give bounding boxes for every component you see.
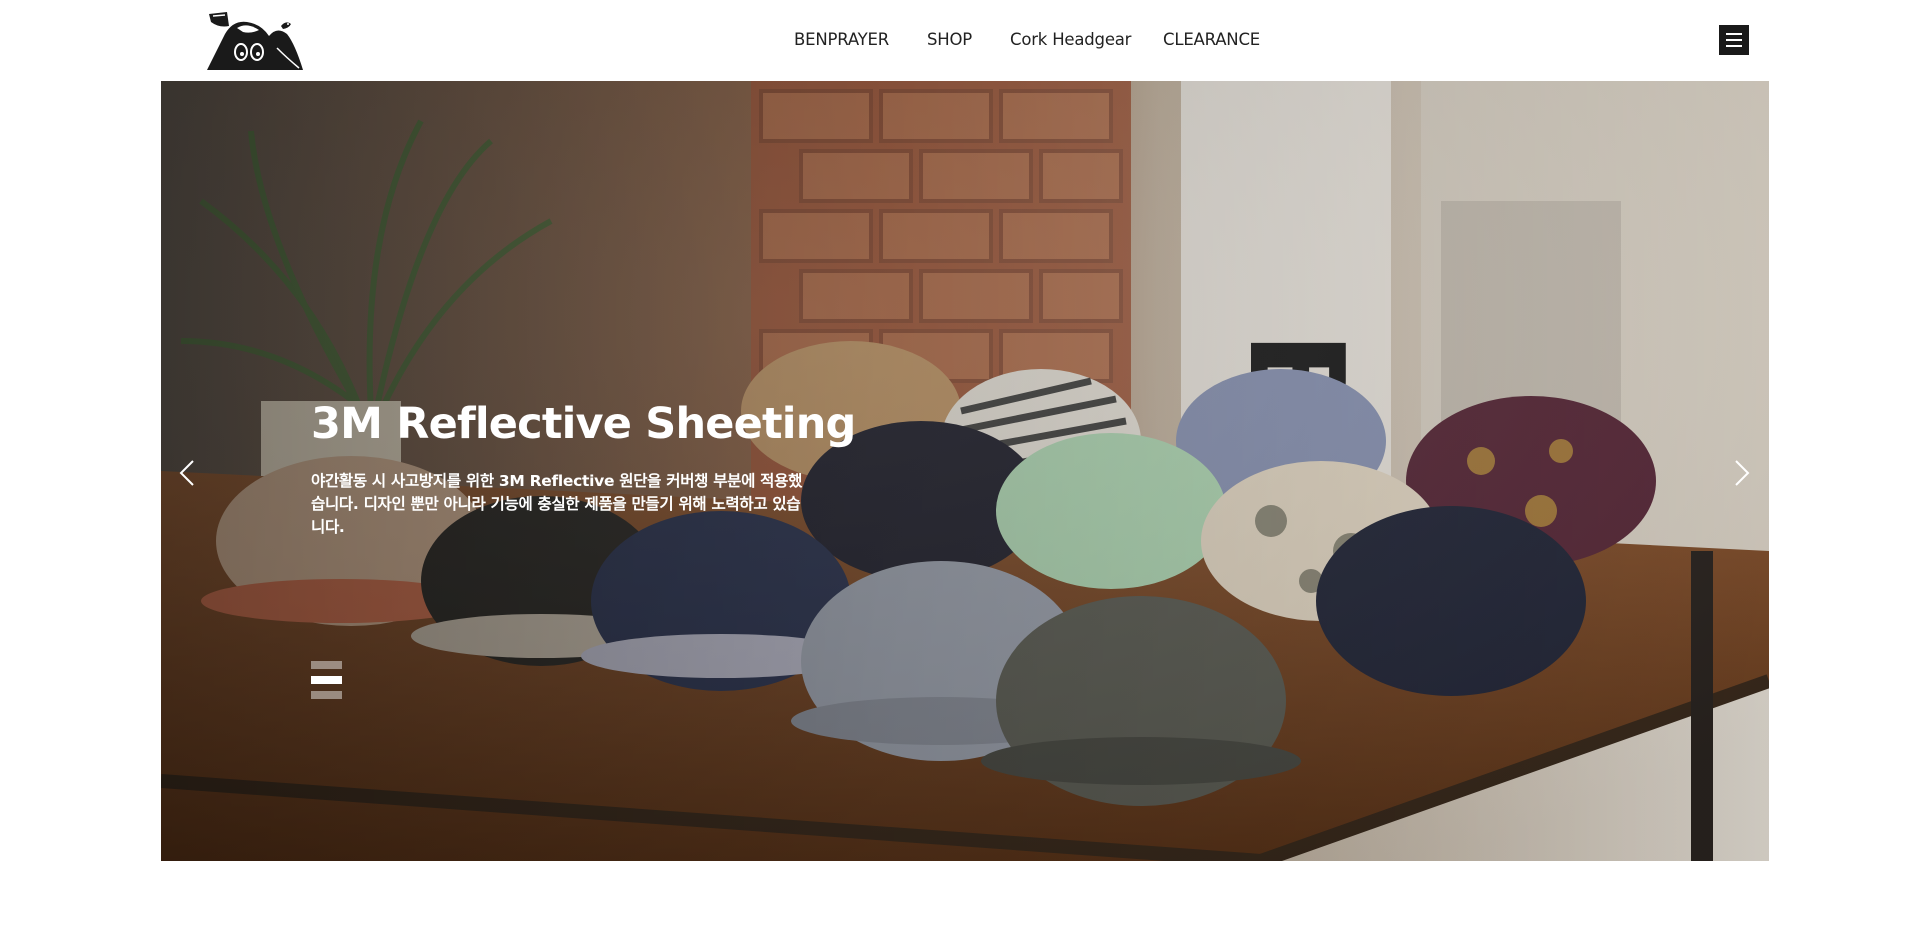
hamburger-menu-icon-bar	[1726, 39, 1742, 41]
slider-next-button[interactable]	[1728, 453, 1756, 493]
chevron-left-icon	[179, 460, 194, 486]
main-nav: BENPRAYER SHOP Cork Headgear CLEARANCE	[0, 0, 1920, 80]
chevron-right-icon	[1735, 460, 1750, 486]
slider-pagination	[311, 661, 343, 703]
hamburger-menu-icon-bar	[1726, 45, 1742, 47]
slider-page-2[interactable]	[311, 676, 342, 684]
slide-description: 야간활동 시 사고방지를 위한 3M Reflective 원단을 커버챙 부분…	[311, 472, 803, 537]
nav-item-cork-headgear[interactable]: Cork Headgear	[1010, 30, 1131, 49]
slider-page-3[interactable]	[311, 691, 342, 699]
hamburger-menu-icon	[1726, 33, 1742, 35]
hero-slider: Bi	[161, 81, 1769, 861]
slide-title: 3M Reflective Sheeting	[311, 399, 856, 449]
slider-prev-button[interactable]	[173, 453, 201, 493]
nav-item-benprayer[interactable]: BENPRAYER	[794, 30, 889, 49]
slider-page-1[interactable]	[311, 661, 342, 669]
nav-item-shop[interactable]: SHOP	[927, 30, 972, 49]
slide-caption: 3M Reflective Sheeting 야간활동 시 사고방지를 위한 3…	[311, 399, 856, 539]
site-header: BENPRAYER SHOP Cork Headgear CLEARANCE	[0, 0, 1920, 80]
hamburger-menu-button[interactable]	[1719, 25, 1749, 55]
nav-item-clearance[interactable]: CLEARANCE	[1163, 30, 1260, 49]
